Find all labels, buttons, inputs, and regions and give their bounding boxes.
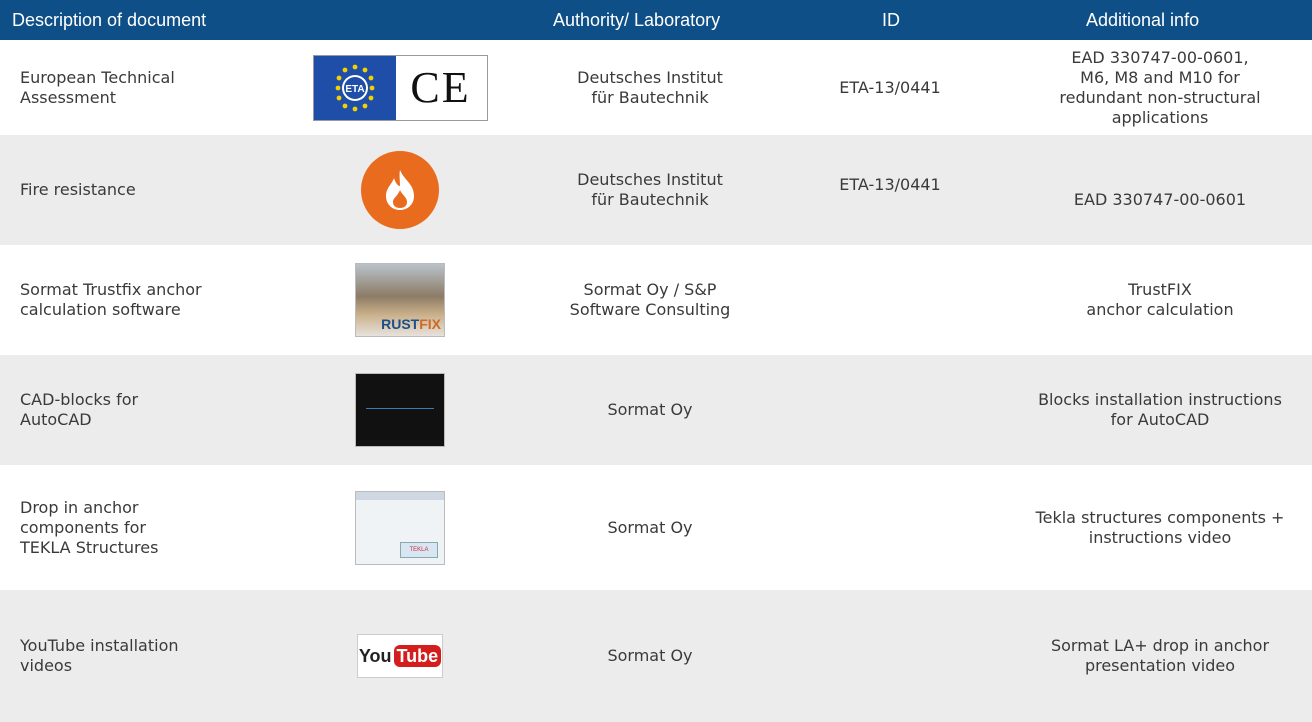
tekla-thumbnail: TEKLA [355, 490, 445, 565]
header-id: ID [882, 10, 900, 30]
row-authority: Sormat Oy [607, 646, 693, 665]
row-description: Drop in anchor components for TEKLA Stru… [20, 497, 159, 557]
trustfix-thumbnail: RUSTFIX [355, 263, 445, 337]
eta-icon: ETA [313, 55, 396, 120]
header-description: Description of document [12, 10, 207, 30]
table-row: Drop in anchor components for TEKLA Stru… [0, 465, 1312, 590]
row-logo-cell [300, 135, 500, 245]
row-authority: Deutsches Institut für Bautechnik [577, 67, 723, 107]
row-description: YouTube installation videos [20, 636, 179, 675]
eta-ce-logo: ETA CE [312, 54, 488, 121]
table-row: CAD-blocks for AutoCAD Sormat Oy Blocks … [0, 355, 1312, 465]
row-additional-info: TrustFIX anchor calculation [1086, 280, 1234, 319]
table-row: European Technical Assessment ETA CE Deu… [0, 40, 1312, 135]
fire-icon [361, 151, 439, 229]
row-additional-info: EAD 330747-00-0601, M6, M8 and M10 for r… [1059, 47, 1261, 127]
row-additional-info: Sormat LA+ drop in anchor presentation v… [1050, 636, 1270, 675]
row-additional-info: Blocks installation instructions for Aut… [1038, 390, 1282, 429]
row-authority: Sormat Oy / S&P Software Consulting [569, 280, 731, 319]
row-logo-cell: TEKLA [300, 465, 500, 590]
row-id [790, 355, 990, 465]
table-header: Description of document Authority/ Labor… [0, 0, 1312, 40]
row-logo-cell: RUSTFIX [300, 245, 500, 355]
row-id [790, 465, 990, 590]
row-description: Sormat Trustfix anchor calculation softw… [20, 280, 202, 319]
header-authority: Authority/ Laboratory [553, 10, 721, 30]
youtube-logo: You Tube [357, 634, 443, 678]
row-id [790, 590, 990, 722]
row-authority: Sormat Oy [607, 517, 693, 537]
row-description: Fire resistance [20, 180, 136, 199]
row-logo-cell [300, 355, 500, 465]
trustfix-logo-text: RUSTFIX [381, 316, 441, 332]
ce-mark-icon: CE [395, 55, 486, 120]
row-additional-info: EAD 330747-00-0601 [1073, 190, 1247, 209]
row-authority: Deutsches Institut für Bautechnik [577, 170, 723, 209]
row-authority: Sormat Oy [607, 400, 693, 419]
table-row: Sormat Trustfix anchor calculation softw… [0, 245, 1312, 355]
row-additional-info: Tekla structures components + instructio… [1035, 507, 1285, 547]
row-logo-cell: ETA CE [300, 40, 500, 135]
row-description: CAD-blocks for AutoCAD [20, 390, 139, 429]
row-id [790, 245, 990, 355]
table-row: Fire resistance Deutsches Institut für B… [0, 135, 1312, 245]
row-id: ETA-13/0441 [839, 175, 941, 194]
autocad-thumbnail [355, 373, 445, 447]
row-id: ETA-13/0441 [839, 77, 941, 97]
table-row: YouTube installation videos You Tube Sorm… [0, 590, 1312, 722]
row-logo-cell: You Tube [300, 590, 500, 722]
tekla-logo-text: TEKLA [400, 541, 438, 558]
eta-logo-text: ETA [345, 84, 364, 95]
header-additional-info: Additional info [1086, 10, 1200, 30]
row-description: European Technical Assessment [20, 67, 175, 107]
